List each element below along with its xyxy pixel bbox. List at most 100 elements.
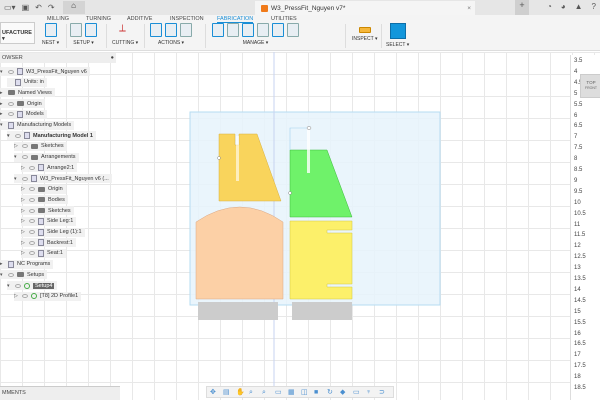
visibility-icon[interactable] (29, 241, 35, 245)
comp-icon (24, 132, 30, 139)
expand-icon[interactable]: ▾ (7, 283, 12, 289)
visibility-icon[interactable] (29, 209, 35, 213)
viewcube[interactable]: TOPFRONT (580, 74, 600, 98)
expand-icon[interactable]: ▷ (21, 229, 26, 235)
machine-icon[interactable]: ◆ (340, 389, 350, 396)
tree-item-label: Origin (48, 186, 63, 192)
comments-panel[interactable]: MMENTS (0, 386, 120, 400)
browser-tree-item[interactable]: ▾Arrangements (14, 153, 79, 162)
expand-icon[interactable]: ▸ (0, 111, 5, 117)
visibility-icon[interactable] (15, 134, 21, 138)
ruler-label: 9.5 (574, 189, 582, 195)
visibility-icon[interactable] (29, 251, 35, 255)
tree-item-label: Manufacturing Models (17, 122, 71, 128)
body-icon (38, 250, 44, 257)
expand-icon[interactable]: ▾ (14, 154, 19, 160)
browser-tree-item[interactable]: ▾ Manufacturing Models (0, 121, 74, 130)
expand-icon[interactable]: ▷ (21, 218, 26, 224)
fold-icon (31, 144, 38, 149)
browser-tree-item[interactable]: ▾W3_PressFit_Nguyen v6 (... (14, 174, 112, 183)
browser-tree-item[interactable]: ▷Sketches (21, 206, 74, 215)
browser-tree-item[interactable]: ▷ Origin (21, 185, 66, 194)
browser-tree-item[interactable]: ▷ [T8] 2D Profile1 (14, 292, 81, 301)
expand-icon[interactable]: ▷ (14, 143, 19, 149)
handle (218, 157, 221, 160)
tree-item-label: [T8] 2D Profile1 (40, 293, 78, 299)
visibility-icon[interactable] (29, 230, 35, 234)
rotate-icon[interactable]: ↻ (327, 389, 337, 396)
browser-tree-item[interactable]: ▾Setups (0, 270, 47, 279)
browser-tree-item[interactable]: ▸NC Programs (0, 260, 53, 269)
expand-icon[interactable]: ▸ (0, 90, 5, 96)
grid-icon[interactable]: ▦ (288, 389, 298, 396)
viewcube-top[interactable]: TOP (586, 80, 595, 85)
zoom-icon[interactable]: ⌕ (249, 389, 259, 396)
ruler-label: 16 (574, 331, 581, 337)
fit-icon[interactable]: ⌕ (262, 389, 272, 396)
look-at-icon[interactable]: ▤ (223, 389, 233, 396)
visibility-icon[interactable] (15, 284, 21, 288)
browser-tree-item[interactable]: ▷Arrange2:1 (21, 163, 77, 172)
browser-options-icon[interactable]: ● (111, 55, 114, 61)
visibility-icon[interactable] (22, 294, 28, 298)
visibility-icon[interactable] (8, 112, 14, 116)
stock-icon[interactable]: ■ (314, 389, 324, 396)
pan-icon[interactable]: ✋ (236, 389, 246, 396)
browser-tree-item[interactable]: Units: in (7, 78, 47, 87)
browser-tree-item[interactable]: ▷Sketches (14, 142, 67, 151)
shadow (198, 302, 278, 320)
tree-item-label: Side Leg (1):1 (47, 229, 82, 235)
browser-tree-item[interactable]: ▸Models (0, 110, 47, 119)
expand-icon[interactable]: ▷ (21, 186, 26, 192)
orbit-icon[interactable]: ✥ (210, 389, 220, 396)
expand-icon[interactable]: ▷ (21, 250, 26, 256)
browser-tree-item[interactable]: ▸Named Views (0, 88, 55, 97)
expand-icon[interactable]: ▷ (21, 197, 26, 203)
browser-tree-item[interactable]: ▾W3_PressFit_Nguyen v6 (0, 67, 90, 76)
expand-icon[interactable]: ▾ (7, 133, 12, 139)
expand-icon[interactable]: ▷ (14, 293, 19, 299)
browser-tree-item[interactable]: ▷ Side Leg (1):1 (21, 228, 85, 237)
visibility-icon[interactable] (8, 70, 14, 74)
visibility-icon[interactable] (8, 102, 14, 106)
display-settings-icon[interactable]: ▭ (275, 389, 285, 396)
ruler-label: 8 (574, 156, 577, 162)
browser-tree-item[interactable]: ▷Seat:1 (21, 249, 66, 258)
viewports-icon[interactable]: ◫ (301, 389, 311, 396)
expand-icon[interactable]: ▾ (0, 69, 5, 75)
expand-icon[interactable]: ▷ (21, 165, 26, 171)
browser-tree-item[interactable]: ▷Backrest:1 (21, 238, 76, 247)
browser-tree-item[interactable]: ▷Bodies (21, 195, 68, 204)
expand-icon[interactable]: ▷ (21, 208, 26, 214)
expand-icon[interactable]: ▸ (0, 261, 5, 267)
viewcube-front[interactable]: FRONT (585, 86, 597, 90)
tool-icon[interactable]: ♆ (366, 389, 376, 396)
browser-tree-item[interactable]: ▸Origin (0, 99, 45, 108)
toolpath-icon[interactable]: ⊃ (379, 389, 389, 396)
expand-icon[interactable]: ▷ (21, 240, 26, 246)
tree-item-label: Setup4 (33, 283, 54, 289)
simulation-icon[interactable]: ▭ (353, 389, 363, 396)
ruler-label: 5.5 (574, 102, 582, 108)
comp-icon (17, 111, 23, 118)
body-icon (38, 229, 44, 236)
seat-slot (307, 128, 310, 173)
visibility-icon[interactable] (22, 177, 28, 181)
visibility-icon[interactable] (22, 144, 28, 148)
browser-tree-item[interactable]: ▾ Setup4 (7, 281, 57, 290)
ruler-label: 7 (574, 134, 577, 140)
visibility-icon[interactable] (8, 273, 14, 277)
browser-tree-item[interactable]: ▷Side Leg:1 (21, 217, 76, 226)
expand-icon[interactable]: ▾ (0, 272, 5, 278)
visibility-icon[interactable] (29, 219, 35, 223)
visibility-icon[interactable] (29, 187, 35, 191)
browser-tree-item[interactable]: ▾Manufacturing Model 1 (7, 131, 96, 140)
visibility-icon[interactable] (29, 166, 35, 170)
ruler-label: 14 (574, 287, 581, 293)
expand-icon[interactable]: ▸ (0, 101, 5, 107)
expand-icon[interactable]: ▾ (14, 176, 19, 182)
expand-icon[interactable]: ▾ (0, 122, 5, 128)
visibility-icon[interactable] (22, 155, 28, 159)
body-icon (38, 239, 44, 246)
visibility-icon[interactable] (29, 198, 35, 202)
